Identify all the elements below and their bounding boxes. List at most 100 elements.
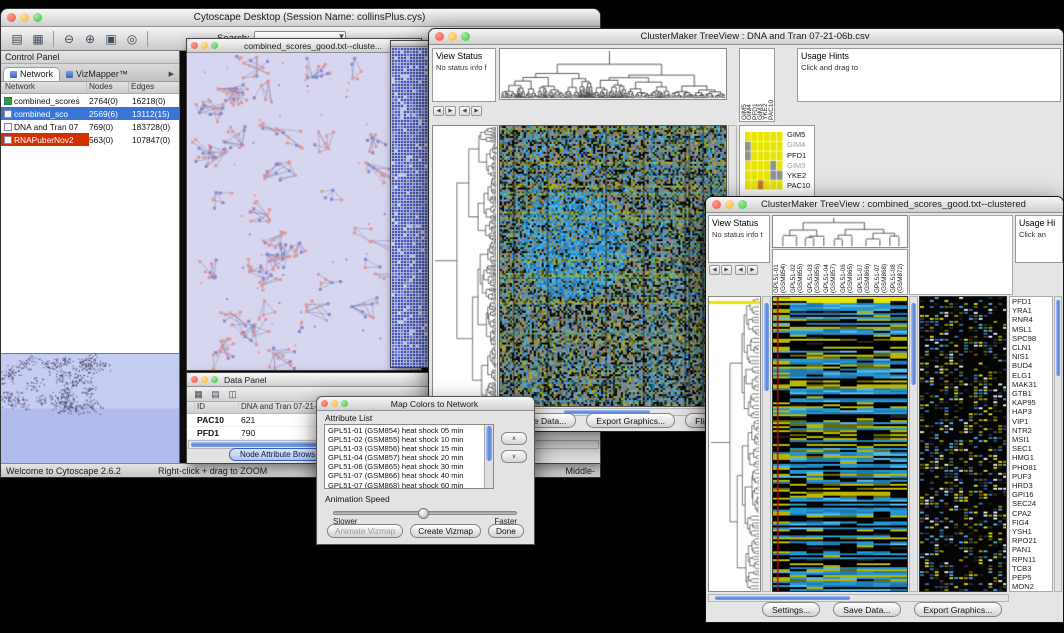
gene-label[interactable]: PEP5	[1012, 573, 1052, 582]
row-dendrogram-canvas[interactable]	[708, 296, 761, 592]
column-dendrogram-canvas[interactable]	[772, 215, 908, 248]
close-button[interactable]	[321, 400, 328, 407]
network-list-row[interactable]: combined_scores 2764(0) 16218(0)	[1, 94, 179, 107]
network-frame-titlebar[interactable]: combined_scores_good.txt--cluste...	[187, 39, 421, 53]
gene-label[interactable]: KAP95	[1012, 398, 1052, 407]
control-panel-tab[interactable]: Network	[3, 67, 60, 81]
close-button[interactable]	[191, 42, 198, 49]
treeview2-titlebar[interactable]: ClusterMaker TreeView : combined_scores_…	[706, 197, 1063, 213]
gene-label[interactable]: SEC24	[1012, 499, 1052, 508]
treeview-button[interactable]: Settings...	[762, 602, 820, 617]
row-dendrogram-canvas[interactable]	[432, 125, 498, 407]
y-zoom-spinner[interactable]: ◀ ▶	[459, 106, 482, 116]
gene-label[interactable]: HAP3	[1012, 407, 1052, 416]
right-arrow-icon[interactable]: ▶	[445, 106, 456, 116]
gene-label[interactable]: RNR4	[1012, 315, 1052, 324]
right-arrow-icon[interactable]: ▶	[471, 106, 482, 116]
treeview-button[interactable]: Export Graphics...	[914, 602, 1003, 617]
data-panel-icon[interactable]: ◫	[225, 388, 240, 400]
attribute-list-item[interactable]: GPL51-02 (GSM855) heat shock 10 min	[326, 435, 483, 444]
gene-label[interactable]: HMG1	[1012, 453, 1052, 462]
zoom-window-button[interactable]	[211, 376, 218, 383]
gene-label[interactable]: BUD4	[1012, 361, 1052, 370]
zoom-window-button[interactable]	[461, 32, 470, 41]
gene-label[interactable]: NTR2	[1012, 426, 1052, 435]
dendrogram-vertical-scrollbar[interactable]	[762, 296, 771, 592]
control-panel-tab[interactable]: VizMapper™	[60, 68, 134, 81]
gene-list-scrollbar[interactable]	[1054, 296, 1062, 592]
list-scrollbar[interactable]	[484, 425, 493, 488]
gene-label[interactable]: RPN11	[1012, 555, 1052, 564]
y-zoom-spinner[interactable]: ◀ ▶	[735, 265, 758, 275]
right-arrow-icon[interactable]: ▶	[747, 265, 758, 275]
toolbar-icon[interactable]: ▤	[7, 29, 27, 48]
gene-label[interactable]: PFD1	[1012, 297, 1052, 306]
left-arrow-icon[interactable]: ◀	[735, 265, 746, 275]
toolbar-icon[interactable]: ⊕	[80, 29, 100, 48]
correlation-matrix-canvas[interactable]	[745, 132, 783, 190]
dialog-titlebar[interactable]: Map Colors to Network	[317, 397, 534, 411]
gene-label[interactable]: ELG1	[1012, 371, 1052, 380]
network-list-row[interactable]: RNAPuberNov2 563(0) 107847(0)	[1, 133, 179, 146]
attribute-list-item[interactable]: GPL51-01 (GSM854) heat shock 05 min	[326, 426, 483, 435]
data-panel-icon[interactable]: ▤	[208, 388, 223, 400]
data-panel-icon[interactable]: ▦	[191, 388, 206, 400]
gene-label[interactable]: MSL1	[1012, 325, 1052, 334]
gene-label[interactable]: SEC1	[1012, 444, 1052, 453]
close-button[interactable]	[712, 200, 721, 209]
minimize-button[interactable]	[20, 13, 29, 22]
minimize-button[interactable]	[201, 42, 208, 49]
network-canvas[interactable]	[188, 53, 410, 370]
left-arrow-icon[interactable]: ◀	[459, 106, 470, 116]
gene-label[interactable]: TCB3	[1012, 564, 1052, 573]
gene-label[interactable]: VIP1	[1012, 417, 1052, 426]
close-button[interactable]	[435, 32, 444, 41]
x-zoom-spinner[interactable]: ◀ ▶	[433, 106, 456, 116]
gene-label[interactable]: HRD3	[1012, 481, 1052, 490]
tab-overflow-button[interactable]: ▶	[169, 70, 177, 81]
close-button[interactable]	[191, 376, 198, 383]
column-dendrogram-canvas[interactable]	[499, 48, 727, 100]
toolbar-icon[interactable]: ▣	[101, 29, 121, 48]
toolbar-icon[interactable]: ⊖	[59, 29, 79, 48]
gene-label[interactable]: PUF3	[1012, 472, 1052, 481]
secondary-heatmap-canvas[interactable]	[919, 296, 1007, 592]
network-list-row[interactable]: DNA and Tran 07 769(0) 183728(0)	[1, 120, 179, 133]
gene-label[interactable]: NIS1	[1012, 352, 1052, 361]
gene-label[interactable]: CPA2	[1012, 509, 1052, 518]
gene-label[interactable]: RPO21	[1012, 536, 1052, 545]
heatmap-horizontal-scrollbar[interactable]	[708, 594, 1009, 602]
left-arrow-icon[interactable]: ◀	[433, 106, 444, 116]
gene-label[interactable]: CLN1	[1012, 343, 1052, 352]
slider-thumb[interactable]	[418, 508, 429, 519]
treeview-button[interactable]: Save Data...	[833, 602, 900, 617]
heatmap-vertical-scrollbar[interactable]	[909, 296, 918, 592]
animation-speed-slider[interactable]	[333, 511, 517, 515]
minimize-button[interactable]	[331, 400, 338, 407]
zoom-window-button[interactable]	[33, 13, 42, 22]
minimize-button[interactable]	[725, 200, 734, 209]
minimize-button[interactable]	[448, 32, 457, 41]
close-button[interactable]	[7, 13, 16, 22]
network-overview-canvas[interactable]	[1, 353, 179, 463]
gene-label[interactable]: PHO81	[1012, 463, 1052, 472]
attribute-list-item[interactable]: GPL51-07 (GSM868) heat shock 60 min	[326, 481, 483, 489]
treeview-button[interactable]: Export Graphics...	[586, 413, 675, 428]
heatmap-canvas[interactable]	[772, 296, 908, 592]
gene-label[interactable]: YSH1	[1012, 527, 1052, 536]
dialog-button[interactable]: Animate Vizmap	[327, 524, 403, 538]
toolbar-icon[interactable]: ◎	[122, 29, 142, 48]
zoom-window-button[interactable]	[738, 200, 747, 209]
gene-label[interactable]: GPI16	[1012, 490, 1052, 499]
gene-label[interactable]: GTB1	[1012, 389, 1052, 398]
attribute-list-item[interactable]: GPL51-07 (GSM866) heat shock 40 min	[326, 471, 483, 480]
attribute-list-item[interactable]: GPL51-04 (GSM857) heat shock 20 min	[326, 453, 483, 462]
gene-label[interactable]: YRA1	[1012, 306, 1052, 315]
zoom-window-button[interactable]	[211, 42, 218, 49]
network-list-row[interactable]: combined_sco 2569(6) 13112(15)	[1, 107, 179, 120]
move-up-button[interactable]: ∧	[501, 432, 527, 445]
zoom-window-button[interactable]	[341, 400, 348, 407]
move-down-button[interactable]: ∨	[501, 450, 527, 463]
heatmap-canvas[interactable]	[499, 125, 727, 407]
attribute-list-item[interactable]: GPL51-06 (GSM865) heat shock 30 min	[326, 462, 483, 471]
